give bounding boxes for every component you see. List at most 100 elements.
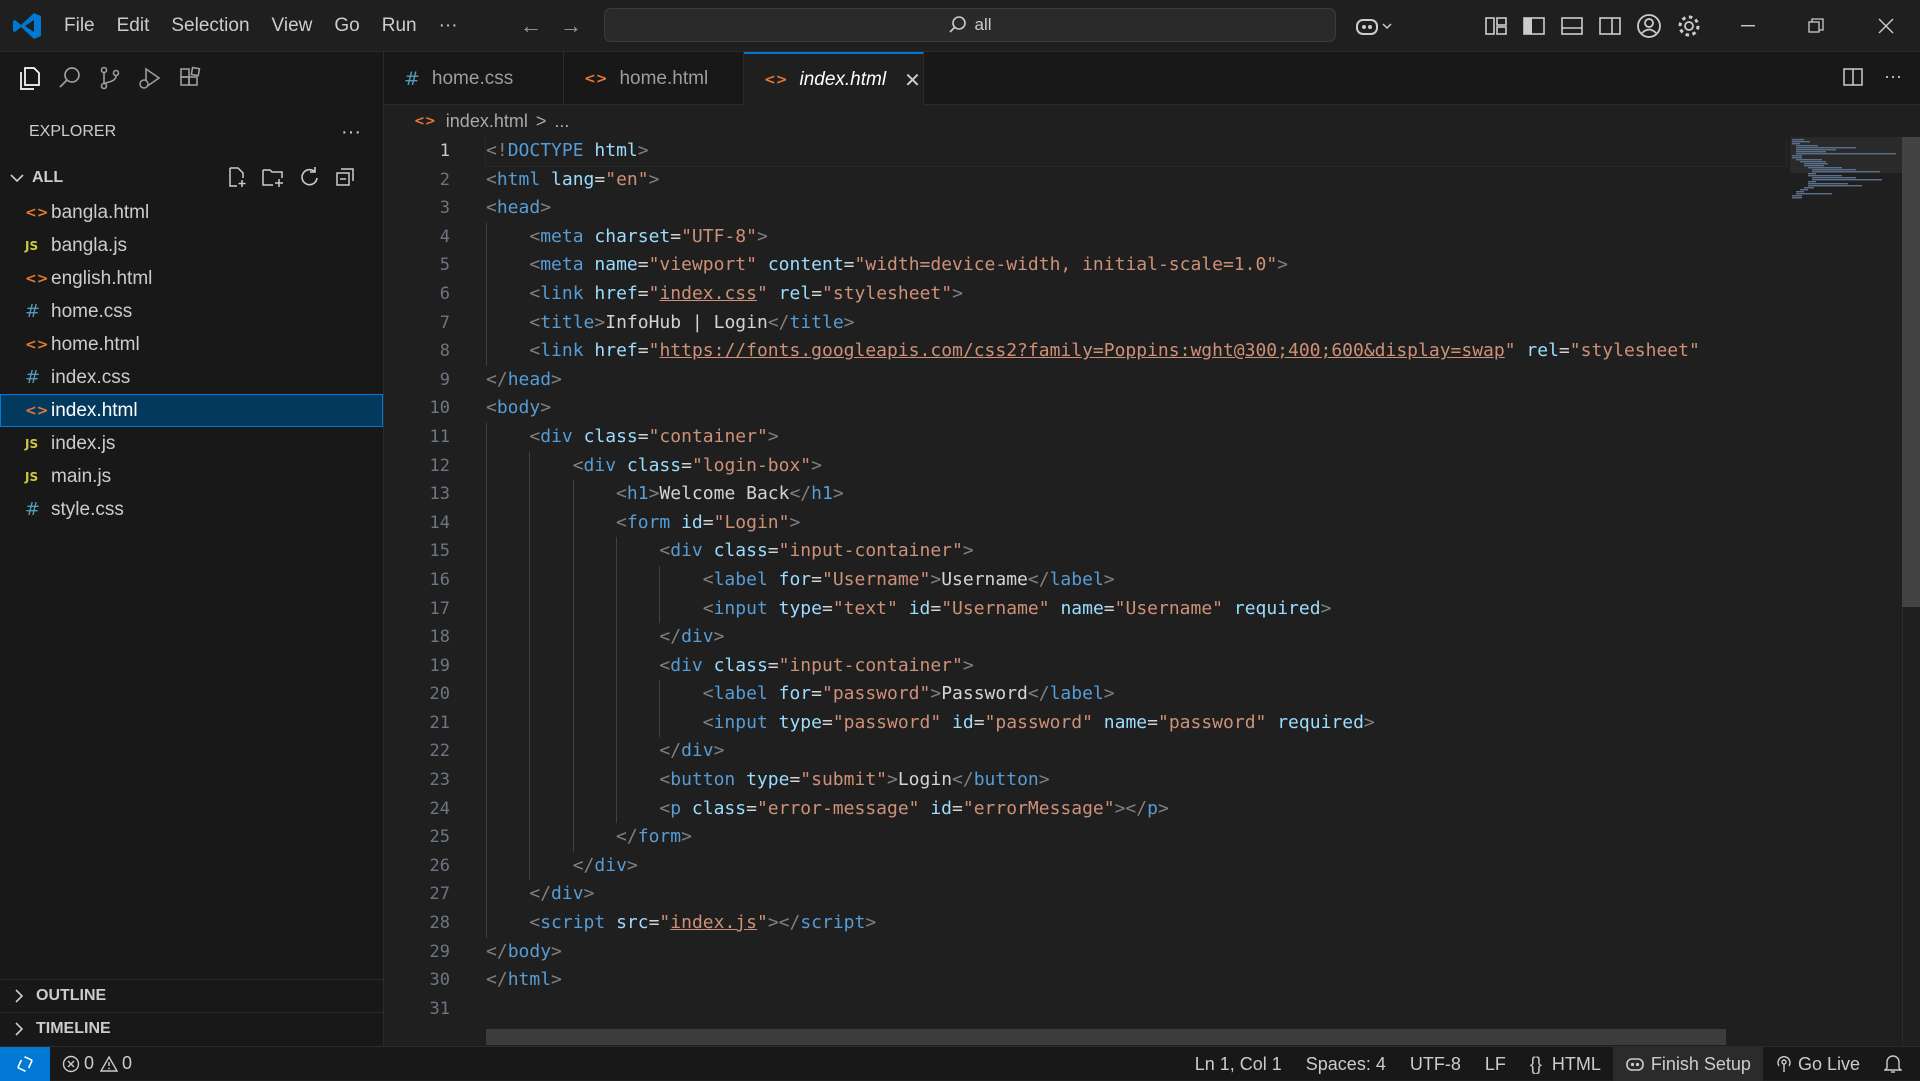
horizontal-scrollbar[interactable] xyxy=(486,1029,1726,1045)
file-item[interactable]: # home.css xyxy=(0,295,383,328)
notifications-button[interactable] xyxy=(1872,1047,1920,1081)
toggle-secondary-sidebar-icon[interactable] xyxy=(1598,15,1622,37)
code-line[interactable]: <div class="input-container"> xyxy=(486,651,1786,681)
code-line[interactable]: </body> xyxy=(486,938,1786,967)
file-item[interactable]: # index.css xyxy=(0,361,383,394)
explorer-activity[interactable] xyxy=(10,58,50,98)
code-line[interactable]: </div> xyxy=(486,737,1786,767)
command-center-search[interactable]: all xyxy=(604,8,1336,42)
menu-view[interactable]: View xyxy=(272,15,313,37)
code-line[interactable]: <!DOCTYPE html> xyxy=(485,137,1787,167)
restore-button[interactable] xyxy=(1782,0,1850,52)
file-item[interactable]: JS bangla.js xyxy=(0,229,383,262)
code-line[interactable]: </div> xyxy=(486,880,1786,910)
code-line[interactable]: <input type="text" id="Username" name="U… xyxy=(486,594,1786,624)
workspace-folder[interactable]: ALL xyxy=(0,160,383,196)
vertical-scrollbar[interactable] xyxy=(1902,137,1920,1046)
code-line[interactable]: <title>InfoHub | Login</title> xyxy=(486,308,1786,338)
code-editor[interactable]: 1 2 3 4 5 6 7 8 9 10 11 12 13 14 15 16 17 18 19 20 21 22 23 24 2… xyxy=(384,137,1920,1046)
breadcrumb-symbols[interactable]: ... xyxy=(554,111,569,132)
code-line[interactable]: <h1>Welcome Back</h1> xyxy=(486,480,1786,509)
breadcrumb-file[interactable]: index.html xyxy=(446,111,528,132)
code-line[interactable]: <meta charset="UTF-8"> xyxy=(486,222,1786,252)
code-line[interactable]: </div> xyxy=(486,623,1786,652)
new-folder-button[interactable] xyxy=(255,166,291,188)
minimap[interactable] xyxy=(1784,137,1904,1046)
run-debug-activity[interactable] xyxy=(130,58,170,98)
remote-indicator[interactable] xyxy=(0,1046,50,1081)
customize-layout-icon[interactable] xyxy=(1484,15,1508,37)
code-line[interactable]: <div class="container"> xyxy=(486,422,1786,452)
tab-home-css[interactable]: # home.css xyxy=(384,52,564,105)
explorer-more-button[interactable]: ··· xyxy=(341,121,361,144)
code-line[interactable]: <input type="password" id="password" nam… xyxy=(486,708,1786,738)
menu-selection[interactable]: Selection xyxy=(171,15,249,37)
file-item[interactable]: JS main.js xyxy=(0,460,383,493)
copilot-menu[interactable] xyxy=(1354,10,1394,42)
back-arrow-icon[interactable]: ← xyxy=(520,13,542,39)
code-line[interactable]: <link href="index.css" rel="stylesheet"> xyxy=(486,279,1786,309)
code-line[interactable]: <div class="input-container"> xyxy=(486,537,1786,566)
new-file-button[interactable] xyxy=(219,166,255,188)
file-name: bangla.html xyxy=(51,201,150,223)
cursor-position[interactable]: Ln 1, Col 1 xyxy=(1183,1047,1294,1081)
refresh-button[interactable] xyxy=(291,166,327,188)
extensions-activity[interactable] xyxy=(170,58,210,98)
code-line[interactable] xyxy=(486,995,1786,1024)
code-line[interactable]: <head> xyxy=(486,194,1786,223)
menu-run[interactable]: Run xyxy=(382,15,417,37)
code-content[interactable]: <!DOCTYPE html> <html lang="en"> <head> <m… xyxy=(485,137,1787,1024)
menu-more[interactable]: ··· xyxy=(439,15,458,37)
end-of-line[interactable]: LF xyxy=(1473,1047,1518,1081)
source-control-activity[interactable] xyxy=(90,58,130,98)
file-item[interactable]: # style.css xyxy=(0,493,383,526)
code-line[interactable]: <label for="password">Password</label> xyxy=(486,680,1786,709)
code-line[interactable]: </html> xyxy=(486,966,1786,995)
outline-section[interactable]: OUTLINE xyxy=(0,979,384,1012)
menu-edit[interactable]: Edit xyxy=(117,15,150,37)
code-line[interactable]: <link href="https://fonts.googleapis.com… xyxy=(486,337,1786,366)
menu-go[interactable]: Go xyxy=(334,15,359,37)
code-line[interactable]: </div> xyxy=(486,851,1786,881)
finish-setup-button[interactable]: Finish Setup xyxy=(1612,1047,1763,1081)
code-line[interactable]: <label for="Username">Username</label> xyxy=(486,565,1786,595)
collapse-all-button[interactable] xyxy=(327,166,363,188)
code-line[interactable]: </head> xyxy=(486,366,1786,395)
code-line[interactable]: <form id="Login"> xyxy=(486,508,1786,538)
code-line[interactable]: <div class="login-box"> xyxy=(486,451,1786,481)
code-line[interactable]: <script src="index.js"></script> xyxy=(486,909,1786,938)
language-mode[interactable]: {} HTML xyxy=(1518,1047,1613,1081)
toggle-panel-icon[interactable] xyxy=(1560,15,1584,37)
close-window-button[interactable] xyxy=(1852,0,1920,52)
gear-icon[interactable] xyxy=(1676,13,1702,39)
tab-index-html[interactable]: <> index.html ✕ xyxy=(744,52,924,106)
code-line[interactable]: <html lang="en"> xyxy=(486,166,1786,195)
file-item[interactable]: <> home.html xyxy=(0,328,383,361)
timeline-section[interactable]: TIMELINE xyxy=(0,1012,384,1045)
code-line[interactable]: <body> xyxy=(486,394,1786,423)
indentation[interactable]: Spaces: 4 xyxy=(1294,1047,1398,1081)
go-live-button[interactable]: Go Live xyxy=(1763,1047,1872,1081)
problems-indicator[interactable]: 0 0 xyxy=(50,1047,144,1081)
file-item[interactable]: <> bangla.html xyxy=(0,196,383,229)
minimize-button[interactable] xyxy=(1714,0,1782,52)
account-icon[interactable] xyxy=(1636,13,1662,39)
encoding[interactable]: UTF-8 xyxy=(1398,1047,1473,1081)
forward-arrow-icon[interactable]: → xyxy=(560,13,582,39)
code-line[interactable]: <p class="error-message" id="errorMessag… xyxy=(486,794,1786,824)
code-line[interactable]: </form> xyxy=(486,823,1786,852)
code-line[interactable]: <button type="submit">Login</button> xyxy=(486,766,1786,795)
code-line[interactable]: <meta name="viewport" content="width=dev… xyxy=(486,251,1786,280)
more-actions-icon[interactable]: ··· xyxy=(1884,66,1902,88)
scrollbar-thumb[interactable] xyxy=(1902,137,1920,607)
tab-home-html[interactable]: <> home.html xyxy=(564,52,744,105)
search-activity[interactable] xyxy=(50,58,90,98)
toggle-primary-sidebar-icon[interactable] xyxy=(1522,15,1546,37)
close-tab-icon[interactable]: ✕ xyxy=(904,68,921,93)
file-item[interactable]: <> index.html xyxy=(0,394,383,427)
file-item[interactable]: <> english.html xyxy=(0,262,383,295)
split-editor-icon[interactable] xyxy=(1842,66,1864,88)
file-item[interactable]: JS index.js xyxy=(0,427,383,460)
menu-file[interactable]: File xyxy=(64,15,95,37)
